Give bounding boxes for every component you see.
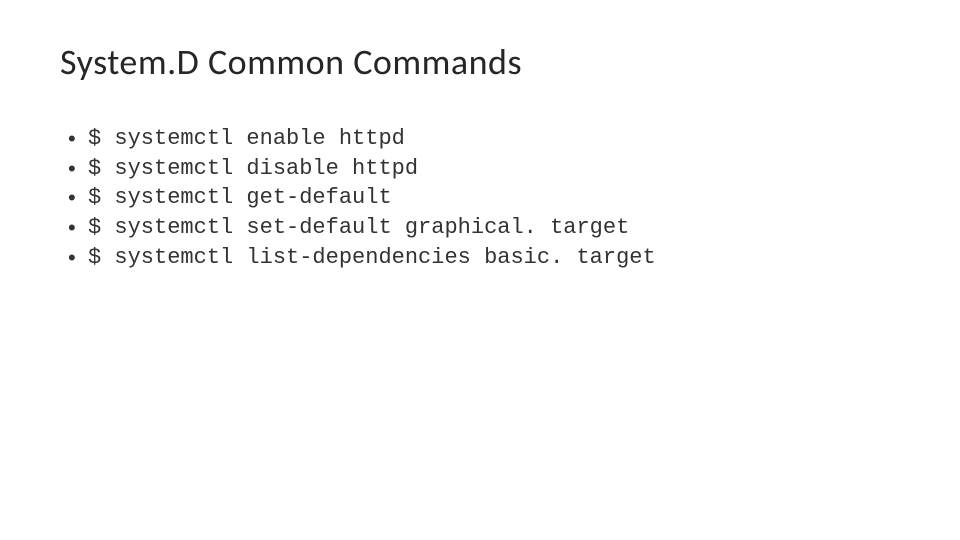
list-item: $ systemctl disable httpd <box>68 154 900 184</box>
slide-title: System.D Common Commands <box>60 40 900 84</box>
list-item: $ systemctl enable httpd <box>68 124 900 154</box>
list-item: $ systemctl get-default <box>68 183 900 213</box>
list-item: $ systemctl list-dependencies basic. tar… <box>68 243 900 273</box>
list-item: $ systemctl set-default graphical. targe… <box>68 213 900 243</box>
command-list: $ systemctl enable httpd $ systemctl dis… <box>60 124 900 272</box>
